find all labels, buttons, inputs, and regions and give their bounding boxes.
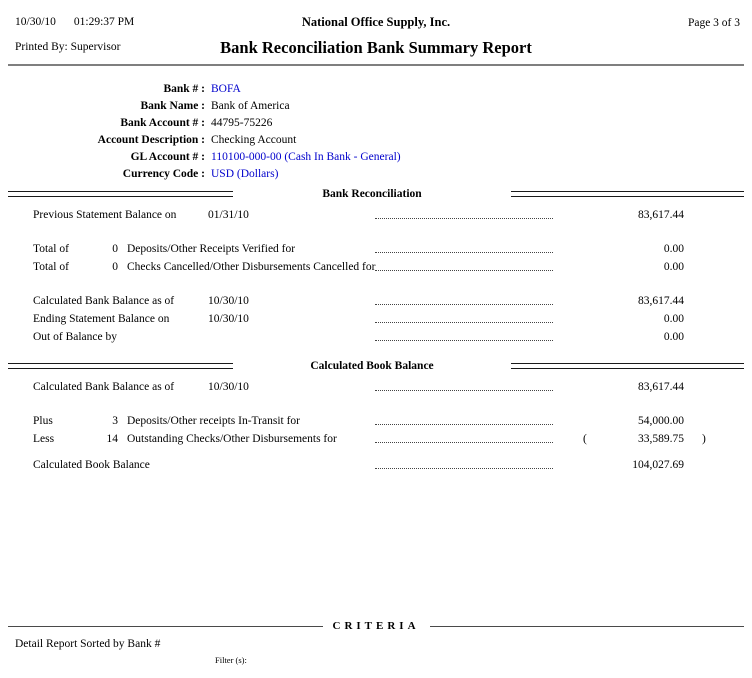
row-description: Deposits/Other Receipts Verified for <box>127 240 295 258</box>
report-section: Calculated Book Balance Calculated Bank B… <box>8 358 744 474</box>
bank-info-value[interactable]: 110100-000-00 (Cash In Bank - General) <box>211 151 401 163</box>
section-header: Calculated Book Balance <box>8 358 744 374</box>
dot-leader <box>375 252 553 253</box>
section-title: Bank Reconciliation <box>233 188 511 200</box>
double-rule-left <box>8 191 233 197</box>
bank-info-row: GL Account # : 110100-000-00 (Cash In Ban… <box>0 149 752 166</box>
dot-leader <box>375 442 553 443</box>
bank-info-value: Checking Account <box>211 134 296 146</box>
bank-info-row: Bank # : BOFA <box>0 81 752 98</box>
row-amount: 33,589.75 <box>558 430 684 448</box>
report-row: Total of 0 Checks Cancelled/Other Disburse… <box>8 258 744 276</box>
bank-info-block: Bank # :BOFABank Name :Bank of AmericaBa… <box>0 81 752 183</box>
report-row: Previous Statement Balance on 01/31/10 83,… <box>8 206 744 224</box>
report-row: Calculated Bank Balance as of 10/30/10 83,… <box>8 292 744 310</box>
paren-close-icon: ) <box>702 430 706 448</box>
row-label: Plus <box>33 412 53 430</box>
report-row: Ending Statement Balance on 10/30/10 0.00 <box>8 310 744 328</box>
row-description: Outstanding Checks/Other Disbursements f… <box>127 430 337 448</box>
report-sections: Bank Reconciliation Previous Statement Ba… <box>8 186 744 474</box>
row-label: Out of Balance by <box>33 328 117 346</box>
row-amount: 0.00 <box>558 310 684 328</box>
blank-line <box>8 224 744 240</box>
bank-info-value[interactable]: BOFA <box>211 83 241 95</box>
row-amount: 0.00 <box>558 258 684 276</box>
dot-leader <box>375 304 553 305</box>
row-count: 0 <box>78 258 118 276</box>
row-amount: 0.00 <box>558 328 684 346</box>
dot-leader <box>375 218 553 219</box>
criteria-divider: CRITERIA <box>8 620 744 632</box>
bank-info-value[interactable]: USD (Dollars) <box>211 168 278 180</box>
sorted-by-text: Detail Report Sorted by Bank # <box>15 638 160 650</box>
bank-info-label: Bank Name : <box>0 98 205 115</box>
report-row: Out of Balance by 0.00 <box>8 328 744 346</box>
bank-info-row: Currency Code : USD (Dollars) <box>0 166 752 183</box>
report-section: Bank Reconciliation Previous Statement Ba… <box>8 186 744 346</box>
bank-info-value: 44795-75226 <box>211 117 272 129</box>
dot-leader <box>375 322 553 323</box>
row-amount: 54,000.00 <box>558 412 684 430</box>
row-amount: 83,617.44 <box>558 206 684 224</box>
row-label: Total of <box>33 240 69 258</box>
filters-label: Filter (s): <box>215 655 291 666</box>
row-label: Calculated Bank Balance as of <box>33 292 174 310</box>
row-amount: 104,027.69 <box>558 456 684 474</box>
criteria-rule-left <box>8 626 323 627</box>
page-indicator: Page 3 of 3 <box>688 17 740 29</box>
double-rule-right <box>511 191 744 197</box>
row-date: 10/30/10 <box>208 292 249 310</box>
bank-info-label: Bank Account # : <box>0 115 205 132</box>
bank-info-value: Bank of America <box>211 100 290 112</box>
row-label: Total of <box>33 258 69 276</box>
row-label: Previous Statement Balance on <box>33 206 176 224</box>
bank-info-label: Currency Code : <box>0 166 205 183</box>
section-title: Calculated Book Balance <box>233 360 511 372</box>
row-description: Checks Cancelled/Other Disbursements Can… <box>127 258 375 276</box>
row-label: Ending Statement Balance on <box>33 310 169 328</box>
double-rule-right <box>511 363 744 369</box>
report-row: Calculated Bank Balance as of 10/30/10 83,… <box>8 378 744 396</box>
bank-info-row: Account Description : Checking Account <box>0 132 752 149</box>
row-count: 3 <box>78 412 118 430</box>
filter-block: Filter (s): Bank #: "BOFA " Report Date:… <box>215 634 291 678</box>
row-label: Less <box>33 430 54 448</box>
bank-info-row: Bank Name : Bank of America <box>0 98 752 115</box>
section-header: Bank Reconciliation <box>8 186 744 202</box>
blank-line <box>8 276 744 292</box>
criteria-title: CRITERIA <box>333 620 420 632</box>
report-page: 10/30/1001:29:37 PM Printed By: Supervis… <box>0 0 752 678</box>
double-rule-left <box>8 363 233 369</box>
row-date: 10/30/10 <box>208 378 249 396</box>
row-date: 10/30/10 <box>208 310 249 328</box>
blank-line <box>8 448 744 456</box>
row-label: Calculated Book Balance <box>33 456 150 474</box>
report-row: Total of 0 Deposits/Other Receipts Verifie… <box>8 240 744 258</box>
dot-leader <box>375 424 553 425</box>
report-row: Calculated Book Balance 104,027.69 <box>8 456 744 474</box>
bank-info-label: Bank # : <box>0 81 205 98</box>
report-row: Plus 3 Deposits/Other receipts In-Transit … <box>8 412 744 430</box>
header-rule <box>8 64 744 66</box>
row-date: 01/31/10 <box>208 206 249 224</box>
blank-line <box>8 396 744 412</box>
dot-leader <box>375 270 553 271</box>
row-amount: 0.00 <box>558 240 684 258</box>
bank-info-label: Account Description : <box>0 132 205 149</box>
row-amount: 83,617.44 <box>558 378 684 396</box>
dot-leader <box>375 340 553 341</box>
row-amount: 83,617.44 <box>558 292 684 310</box>
dot-leader <box>375 468 553 469</box>
row-label: Calculated Bank Balance as of <box>33 378 174 396</box>
dot-leader <box>375 390 553 391</box>
row-count: 14 <box>78 430 118 448</box>
bank-info-row: Bank Account # : 44795-75226 <box>0 115 752 132</box>
criteria-rule-right <box>430 626 745 627</box>
report-title: Bank Reconciliation Bank Summary Report <box>0 38 752 58</box>
row-count: 0 <box>78 240 118 258</box>
report-row: Less 14 Outstanding Checks/Other Disbursem… <box>8 430 744 448</box>
bank-info-label: GL Account # : <box>0 149 205 166</box>
row-description: Deposits/Other receipts In-Transit for <box>127 412 300 430</box>
company-name: National Office Supply, Inc. <box>0 15 752 30</box>
